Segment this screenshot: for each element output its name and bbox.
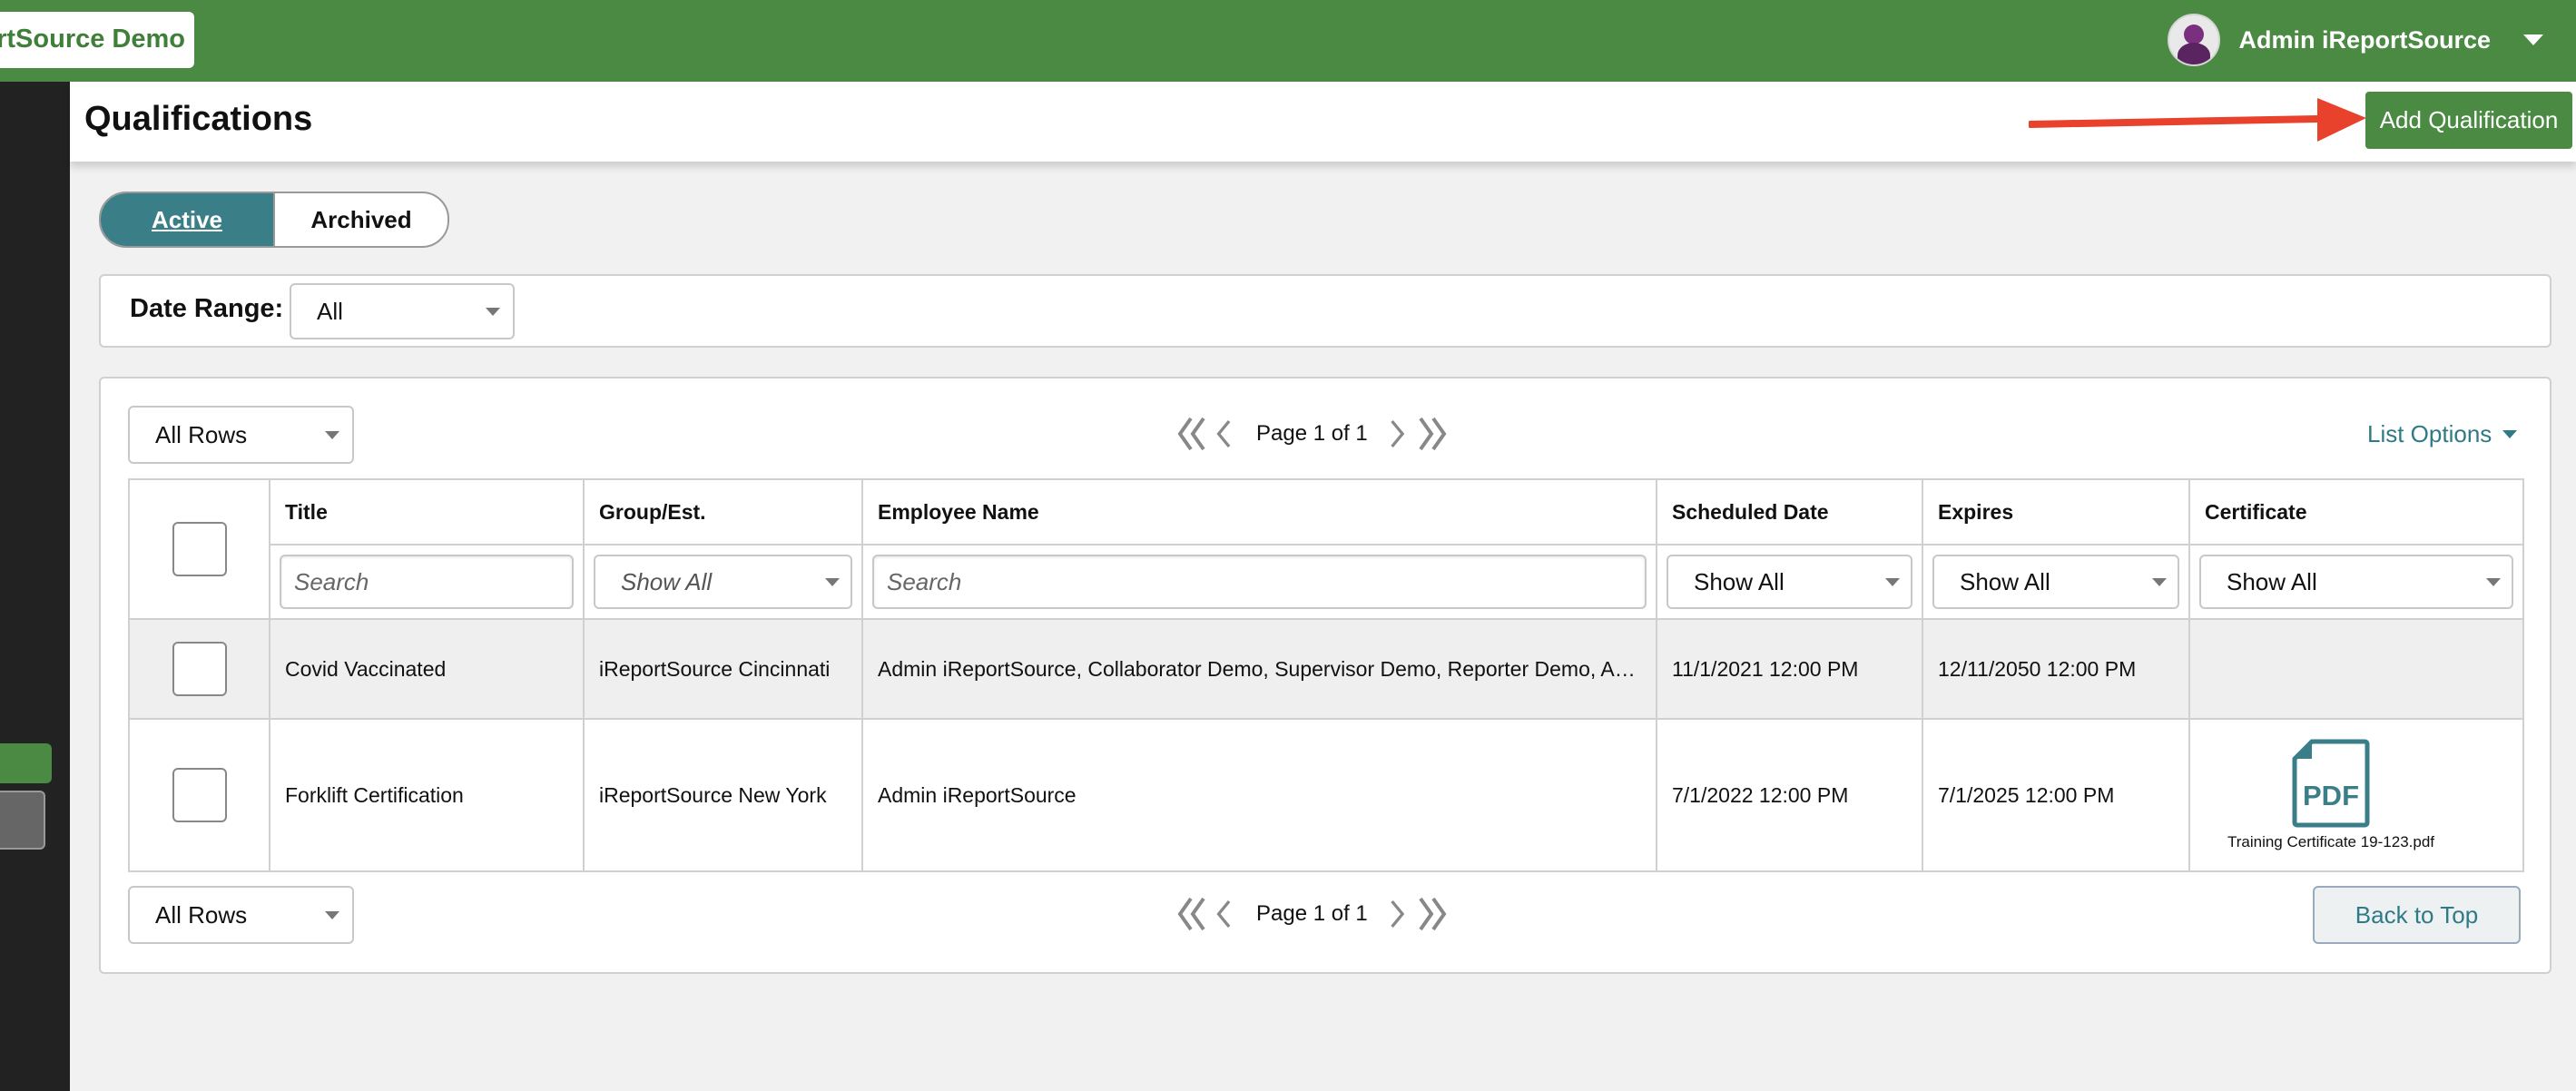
tab-active[interactable]: Active [101, 193, 275, 246]
back-to-top-button[interactable]: Back to Top [2313, 886, 2521, 944]
prev-page-icon[interactable] [1213, 413, 1238, 455]
tab-archived[interactable]: Archived [275, 193, 447, 246]
select-value: Show All [621, 567, 713, 595]
cell-title[interactable]: Covid Vaccinated [269, 618, 585, 720]
cell-employee: Admin iReportSource [861, 718, 1657, 872]
caret-down-icon[interactable] [2523, 34, 2543, 45]
caret-down-icon [325, 911, 339, 919]
certificate-filter-select[interactable]: Show All [2199, 555, 2513, 609]
add-qualification-button[interactable]: Add Qualification [2365, 92, 2572, 149]
sidebar-item[interactable] [0, 791, 45, 850]
select-value: Show All [1960, 567, 2050, 595]
column-header-group[interactable]: Group/Est. [583, 478, 863, 546]
cell-expires: 7/1/2025 12:00 PM [1922, 718, 2190, 872]
column-header-expires[interactable]: Expires [1922, 478, 2190, 546]
row-checkbox[interactable] [172, 768, 227, 822]
select-value: Show All [1694, 567, 1785, 595]
title-search-input[interactable]: Search [280, 555, 574, 609]
page-indicator: Page 1 of 1 [1256, 421, 1368, 446]
date-range-select[interactable]: All [290, 283, 515, 339]
filter-cell: Show All [2188, 544, 2524, 620]
cell-expires: 12/11/2050 12:00 PM [1922, 618, 2190, 720]
caret-down-icon [825, 578, 840, 586]
caret-down-icon [2152, 578, 2167, 586]
select-all-cell [128, 478, 270, 620]
caret-down-icon [325, 431, 339, 439]
avatar [2168, 14, 2221, 66]
table-row[interactable]: Covid Vaccinated iReportSource Cincinnat… [128, 618, 2524, 720]
select-all-checkbox[interactable] [172, 522, 227, 576]
user-name: Admin iReportSource [2238, 25, 2491, 54]
expires-filter-select[interactable]: Show All [1932, 555, 2179, 609]
column-header-employee[interactable]: Employee Name [861, 478, 1657, 546]
caret-down-icon [1885, 578, 1900, 586]
cell-group: iReportSource Cincinnati [583, 618, 863, 720]
next-page-icon[interactable] [1386, 413, 1411, 455]
pager-bottom: Page 1 of 1 [1176, 893, 1448, 935]
user-menu[interactable]: Admin iReportSource [2168, 13, 2543, 67]
row-select-cell [128, 618, 270, 720]
select-value: Show All [2227, 567, 2317, 595]
pdf-icon-text: PDF [2303, 780, 2359, 811]
pdf-file-icon: PDF [2292, 739, 2370, 828]
table-row[interactable]: Forklift Certification iReportSource New… [128, 718, 2524, 872]
list-options-label: List Options [2367, 420, 2492, 447]
date-range-panel: Date Range: All [99, 274, 2551, 348]
first-page-icon[interactable] [1176, 893, 1207, 935]
certificate-filename: Training Certificate 19-123.pdf [2227, 833, 2435, 850]
page-indicator: Page 1 of 1 [1256, 901, 1368, 926]
filter-cell: Search [269, 544, 585, 620]
rows-select-bottom[interactable]: All Rows [128, 886, 354, 944]
next-page-icon[interactable] [1386, 893, 1411, 935]
caret-down-icon [2486, 578, 2501, 586]
filter-cell: Show All [1922, 544, 2190, 620]
column-header-certificate[interactable]: Certificate [2188, 478, 2524, 546]
cell-scheduled: 7/1/2022 12:00 PM [1656, 718, 1923, 872]
last-page-icon[interactable] [1417, 893, 1448, 935]
prev-page-icon[interactable] [1213, 893, 1238, 935]
filter-cell: Search [861, 544, 1657, 620]
page-title: Qualifications [84, 100, 313, 138]
status-tabs: Active Archived [99, 192, 449, 248]
sidebar [0, 82, 70, 1091]
list-options-menu[interactable]: List Options [2367, 420, 2518, 448]
caret-down-icon [486, 308, 500, 316]
cell-group: iReportSource New York [583, 718, 863, 872]
cell-scheduled: 11/1/2021 12:00 PM [1656, 618, 1923, 720]
table-header-row: Title Group/Est. Employee Name Scheduled… [128, 478, 2524, 620]
row-checkbox[interactable] [172, 642, 227, 696]
certificate-file-link[interactable]: PDF Training Certificate 19-123.pdf [2217, 739, 2444, 851]
cell-certificate: PDF Training Certificate 19-123.pdf [2188, 718, 2524, 872]
filter-cell: Show All [1656, 544, 1923, 620]
rows-select-top[interactable]: All Rows [128, 406, 354, 464]
row-select-cell [128, 718, 270, 872]
cell-certificate [2188, 618, 2524, 720]
brand-name: rtSource Demo [0, 25, 185, 54]
cell-employee: Admin iReportSource, Collaborator Demo, … [861, 618, 1657, 720]
employee-search-input[interactable]: Search [872, 555, 1647, 609]
group-filter-select[interactable]: Show All [594, 555, 852, 609]
pager-top: Page 1 of 1 [1176, 413, 1448, 455]
search-placeholder: Search [294, 567, 369, 595]
caret-down-icon [2502, 430, 2518, 438]
filter-row: Search Show All Search Show All Show All… [129, 544, 2524, 620]
column-header-scheduled[interactable]: Scheduled Date [1656, 478, 1923, 546]
cell-title[interactable]: Forklift Certification [269, 718, 585, 872]
last-page-icon[interactable] [1417, 413, 1448, 455]
top-bar: rtSource Demo Admin iReportSource [0, 0, 2576, 82]
qualifications-table: Title Group/Est. Employee Name Scheduled… [128, 478, 2524, 872]
sidebar-item-active[interactable] [0, 743, 52, 783]
date-range-value: All [317, 297, 343, 325]
first-page-icon[interactable] [1176, 413, 1207, 455]
brand-logo[interactable]: rtSource Demo [0, 12, 194, 68]
rows-select-value: All Rows [155, 900, 248, 929]
rows-select-value: All Rows [155, 420, 248, 448]
red-arrow-annotation [2029, 98, 2366, 142]
scheduled-filter-select[interactable]: Show All [1667, 555, 1912, 609]
column-header-title[interactable]: Title [269, 478, 585, 546]
date-range-label: Date Range: [130, 294, 284, 323]
filter-cell: Show All [583, 544, 863, 620]
search-placeholder: Search [887, 567, 962, 595]
